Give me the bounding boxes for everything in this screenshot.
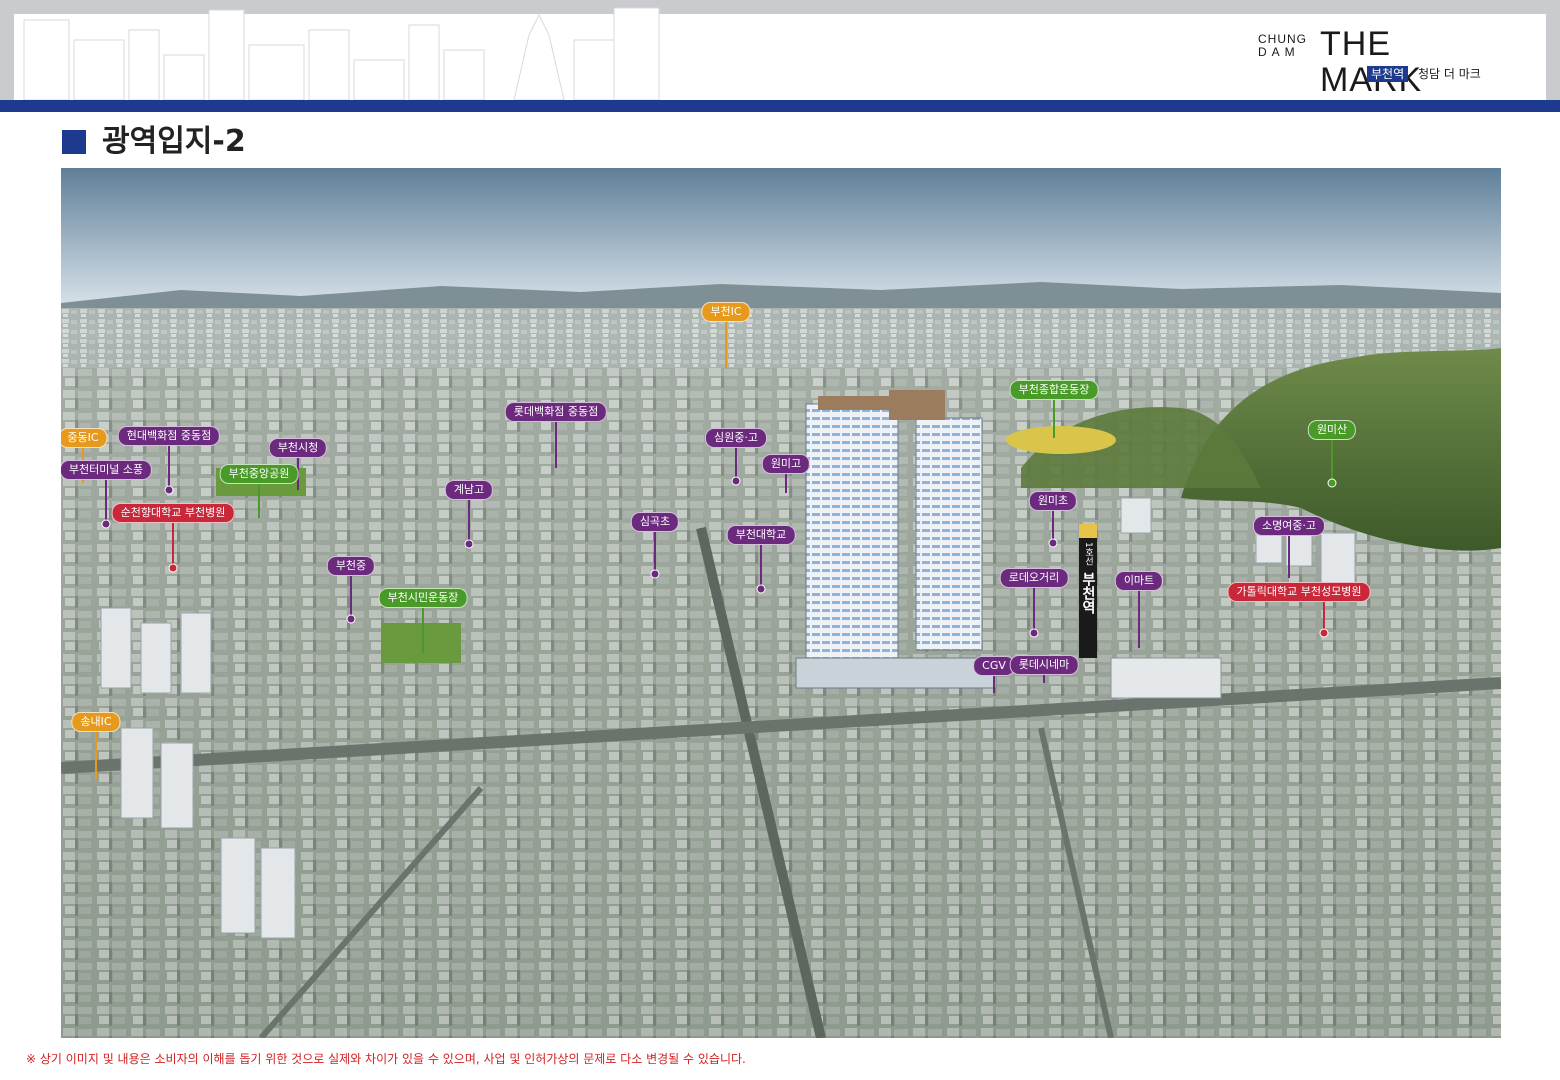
page-title: 광역입지-2 xyxy=(102,124,246,159)
landmark-dot xyxy=(1319,628,1329,638)
landmark-bucheon-middle: 부천중 xyxy=(326,556,376,576)
aerial-map-image: 부천IC 중동IC 현대백화점 중동점 부천시청 롯데백화점 중동점 부천터미널… xyxy=(61,168,1501,1038)
landmark-somyeong-school: 소명여중·고 xyxy=(1252,516,1326,536)
landmark-simgok-elementary: 심곡초 xyxy=(630,512,680,532)
landmark-sports-complex: 부천종합운동장 xyxy=(1009,380,1099,400)
landmark-dot xyxy=(464,539,474,549)
brand-main: THE MARK xyxy=(1320,25,1421,98)
landmark-wonmisan: 원미산 xyxy=(1307,420,1357,440)
brand-badge: 부천역 xyxy=(1367,66,1409,82)
landmark-lotte-cinema: 롯데시네마 xyxy=(1009,655,1079,675)
landmark-soonchunhyang-hospital: 순천향대학교 부천병원 xyxy=(111,503,235,523)
landmark-dot xyxy=(1327,478,1337,488)
landmark-lotte-dept: 롯데백화점 중동점 xyxy=(504,402,608,422)
landmark-songnae-ic: 송내IC xyxy=(71,712,121,732)
landmark-dot xyxy=(650,569,660,579)
landmark-catholic-hospital: 가톨릭대학교 부천성모병원 xyxy=(1227,582,1371,602)
landmark-wonmi-elementary: 원미초 xyxy=(1028,491,1078,511)
landmark-bucheon-ic: 부천IC xyxy=(701,302,751,322)
brand-logo: CHUNG DAM THE MARK 부천역 청담 더 마크 xyxy=(1258,26,1498,98)
landmark-dot xyxy=(101,519,111,529)
station-pillar-cap xyxy=(1079,524,1097,538)
page-header: CHUNG DAM THE MARK 부천역 청담 더 마크 xyxy=(0,0,1560,112)
landmark-dot xyxy=(756,584,766,594)
landmark-rodeo-street: 로데오거리 xyxy=(999,568,1069,588)
landmark-dot xyxy=(731,476,741,486)
landmark-hyundai-dept: 현대백화점 중동점 xyxy=(117,426,221,446)
landmark-dot xyxy=(164,485,174,495)
landmark-dot xyxy=(346,614,356,624)
brand-sub: 청담 더 마크 xyxy=(1418,67,1481,81)
brand-line1: CHUNG xyxy=(1258,32,1307,46)
landmark-cgv: CGV xyxy=(973,656,1015,676)
landmark-dot xyxy=(168,563,178,573)
landmark-bucheon-university: 부천대학교 xyxy=(726,525,796,545)
landmark-simwon-school: 심원중·고 xyxy=(705,428,767,448)
landmark-bucheon-terminal: 부천터미널 소풍 xyxy=(61,460,153,480)
station-line-label: 1호선 xyxy=(1083,542,1093,566)
disclaimer-text: ※ 상기 이미지 및 내용은 소비자의 이해를 돕기 위한 것으로 실제와 차이… xyxy=(26,1052,746,1066)
landmark-emart: 이마트 xyxy=(1114,571,1164,591)
landmark-citizens-stadium: 부천시민운동장 xyxy=(378,588,468,608)
header-stripe xyxy=(0,100,1560,112)
skyline-graphic xyxy=(23,7,660,100)
brand-line2: DAM xyxy=(1258,45,1300,59)
the-mark-towers xyxy=(795,390,997,689)
landmark-dot xyxy=(1048,538,1058,548)
station-name: 부천역 xyxy=(1080,571,1096,614)
aerial-illustration xyxy=(61,168,1501,1038)
title-square-icon xyxy=(62,130,86,154)
landmark-bucheon-cityhall: 부천시청 xyxy=(268,438,328,458)
landmark-jungdong-ic: 중동IC xyxy=(61,428,108,448)
landmark-dot xyxy=(1029,628,1039,638)
landmark-central-park: 부천중앙공원 xyxy=(219,464,299,484)
landmark-wonmi-high: 원미고 xyxy=(761,454,811,474)
landmark-gyenam-high: 계남고 xyxy=(444,480,494,500)
station-pillar: 1호선 부천역 xyxy=(1079,538,1097,658)
